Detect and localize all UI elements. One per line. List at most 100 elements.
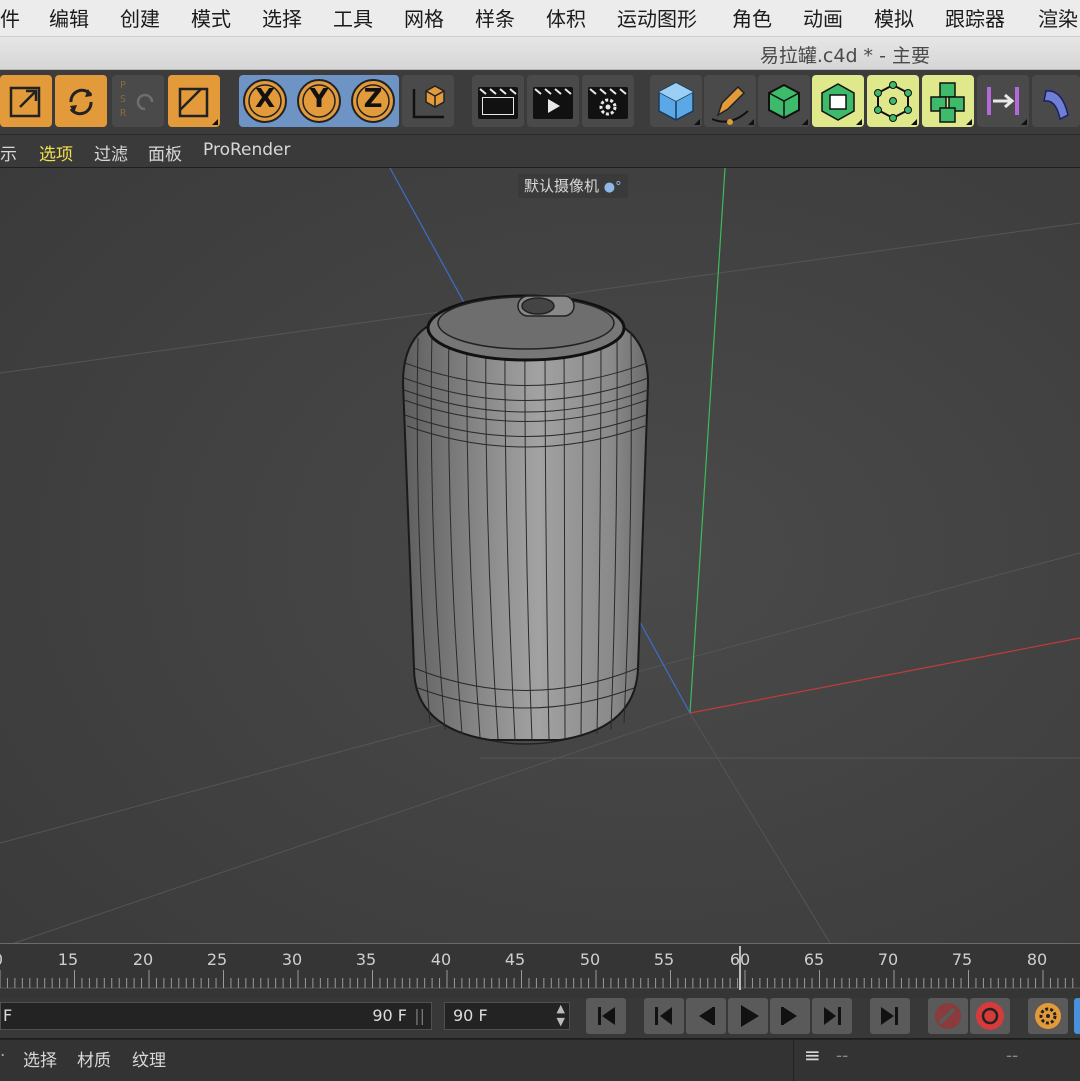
tick-label: 55 [653,950,675,969]
start-frame-field[interactable]: F [3,1003,12,1029]
slider-grip-icon[interactable]: || [414,1003,425,1029]
deformer-button[interactable] [867,75,919,127]
psr-tool-button[interactable]: P S R [112,75,164,127]
tick-label: 50 [579,950,601,969]
panel-divider [793,1040,794,1081]
timeline-ticks [0,946,1080,990]
panel-edge-button[interactable] [1074,998,1080,1034]
tick-label: 35 [355,950,377,969]
key-record-icon [935,1003,961,1029]
scale-tool-button[interactable] [0,75,52,127]
field-button[interactable] [977,75,1029,127]
rotate-icon [69,88,93,116]
menu-item-animate[interactable]: 动画 [803,3,843,32]
go-to-end-button[interactable] [870,998,910,1034]
bend-deformer-button[interactable] [1032,75,1080,127]
menu-item-character[interactable]: 角色 [732,3,772,32]
subdivision-surface-button[interactable] [758,75,810,127]
autokey-icon [976,1002,1004,1030]
title-bar: 易拉罐.c4d * - 主要 [0,37,1080,70]
viewport-menu-panel[interactable]: 面板 [148,140,182,165]
collapse-indicator: · [0,1046,6,1066]
menu-bar: 件 编辑 创建 模式 选择 工具 网格 样条 体积 运动图形 角色 动画 模拟 … [0,0,1080,37]
tick-label: 65 [803,950,825,969]
tick-label: 30 [281,950,303,969]
pen-spline-button[interactable] [704,75,756,127]
menu-item-create[interactable]: 创建 [120,3,160,32]
menu-item-tools[interactable]: 工具 [333,3,373,32]
menu-item-mode[interactable]: 模式 [191,3,231,32]
transform-tool-button[interactable] [168,75,220,127]
menu-item-mesh[interactable]: 网格 [404,3,444,32]
tick-label: 70 [877,950,899,969]
next-frame-button[interactable] [770,998,810,1034]
axis-x-button[interactable]: X [239,75,291,127]
attribute-placeholder: -- [836,1046,849,1066]
menu-item-render[interactable]: 渲染 [1038,3,1078,32]
gear-icon [1035,1003,1061,1029]
viewport-menu-filter[interactable]: 过滤 [94,140,128,165]
material-menu-texture[interactable]: 纹理 [132,1046,166,1071]
viewport-menu-prorender[interactable]: ProRender [203,140,291,160]
previous-frame-button[interactable] [686,998,726,1034]
record-keys-button[interactable] [928,998,968,1034]
max-frame-field[interactable]: 90 F ▲ ▼ [444,1002,570,1030]
next-keyframe-button[interactable] [812,998,852,1034]
axis-x-label: X [254,84,276,114]
end-frame-field[interactable]: 90 F [372,1003,407,1029]
cloner-button[interactable] [922,75,974,127]
hamburger-menu-icon[interactable]: ≡ [804,1043,821,1067]
render-view-button[interactable] [472,75,524,127]
material-manager-menu: · 选择 材质 纹理 ≡ -- -- [0,1039,1080,1081]
stepper-arrows-icon[interactable]: ▲ ▼ [557,1002,565,1028]
camera-label[interactable]: 默认摄像机 ●° [518,174,628,198]
soda-can-model[interactable] [401,294,650,745]
timeline-ruler[interactable]: 0 15 20 25 30 35 40 45 50 55 60 65 70 75… [0,943,1080,999]
menu-item-simulate[interactable]: 模拟 [874,3,914,32]
material-menu-material[interactable]: 材质 [77,1046,111,1071]
menu-item-edit[interactable]: 编辑 [49,3,89,32]
go-to-start-button[interactable] [586,998,626,1034]
axis-y-button[interactable]: Y [293,75,345,127]
menu-item-volume[interactable]: 体积 [546,3,586,32]
clapper-gear-icon [588,87,628,119]
autokey-button[interactable] [970,998,1010,1034]
menu-item-file[interactable]: 件 [0,3,20,32]
menu-item-mograph[interactable]: 运动图形 [617,3,697,32]
render-to-picture-viewer-button[interactable] [527,75,579,127]
extrude-button[interactable] [812,75,864,127]
clapper-play-icon [533,87,573,119]
bend-icon [1043,90,1069,121]
tick-label: 0 [0,950,3,969]
menu-item-select[interactable]: 选择 [262,3,302,32]
clapper-render-view-icon [478,87,518,119]
viewport-menu-display[interactable]: 示 [0,140,17,165]
coordinate-system-button[interactable] [402,75,454,127]
viewport-menu: 示 选项 过滤 面板 ProRender [0,135,1080,167]
previous-keyframe-button[interactable] [644,998,684,1034]
viewport-menu-options[interactable]: 选项 [39,140,73,165]
world-coordinates-icon [412,85,445,119]
tick-label: 40 [430,950,452,969]
tick-label: 60 [729,950,751,969]
3d-viewport[interactable]: 默认摄像机 ●° [0,168,1080,943]
axis-z-label: Z [363,84,383,114]
tick-label: 75 [951,950,973,969]
rotate-tool-button[interactable] [55,75,107,127]
menu-item-spline[interactable]: 样条 [475,3,515,32]
go-to-end-icon [881,1007,898,1025]
camera-label-text: 默认摄像机 [524,177,600,195]
camera-icon: ●° [603,180,622,195]
axis-z-button[interactable]: Z [347,75,399,127]
cube-primitive-button[interactable] [650,75,702,127]
render-settings-button[interactable] [582,75,634,127]
play-button[interactable] [728,998,768,1034]
psr-label: P S R [120,80,127,119]
preview-range-slider[interactable]: F 90 F || [0,1002,432,1030]
next-frame-icon [781,1007,797,1025]
max-frame-value: 90 F [453,1006,488,1025]
menu-item-tracker[interactable]: 跟踪器 [945,3,1005,32]
keyframe-settings-button[interactable] [1028,998,1068,1034]
tick-label: 20 [132,950,154,969]
material-menu-select[interactable]: 选择 [23,1046,57,1071]
